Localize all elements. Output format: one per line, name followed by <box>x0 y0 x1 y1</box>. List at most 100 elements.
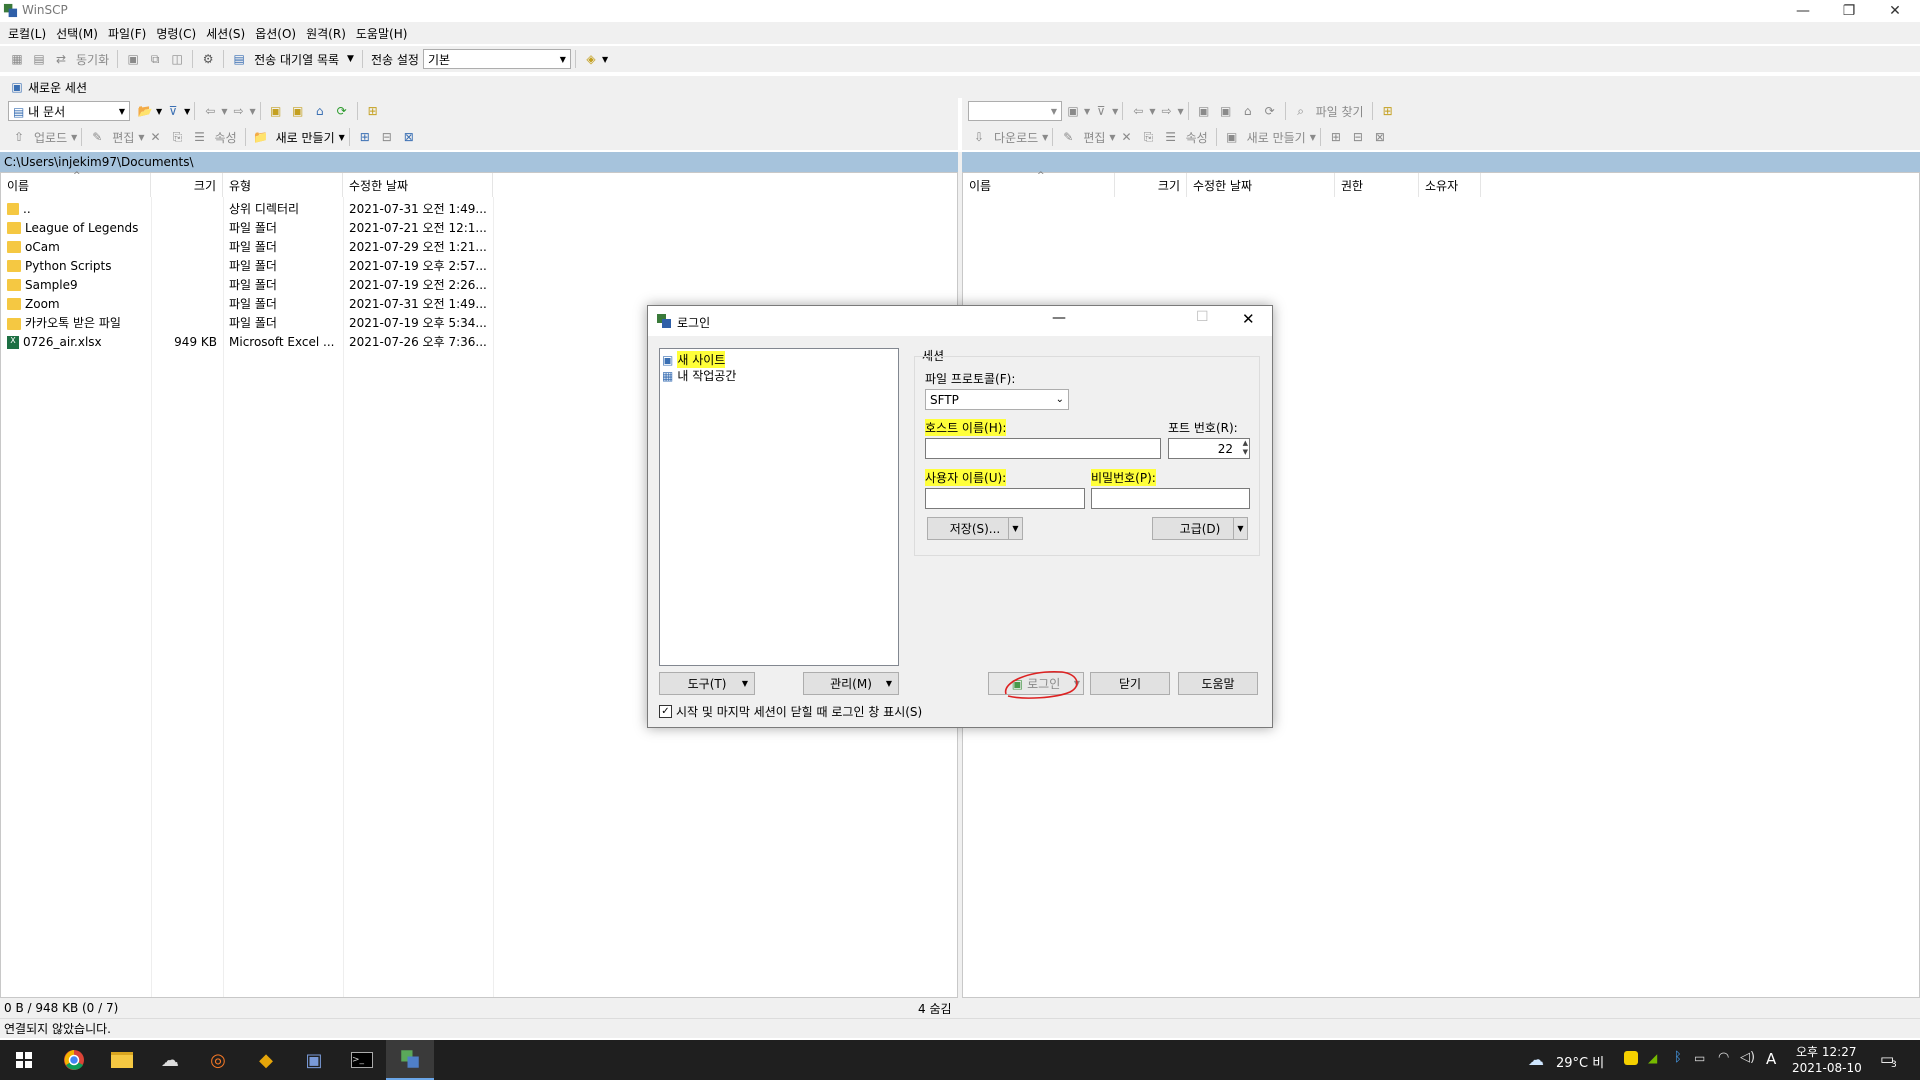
dialog-minimize-button[interactable]: — <box>1052 310 1066 326</box>
tree-icon[interactable]: ⊞ <box>1379 102 1397 120</box>
close-window-button[interactable]: ✕ <box>1872 0 1918 22</box>
terminal-taskbar-button[interactable]: >_ <box>338 1040 386 1080</box>
filter-select-icon[interactable]: ⊠ <box>1371 128 1389 146</box>
delete-icon[interactable]: ✕ <box>147 128 165 146</box>
parent-dir-icon[interactable]: ▣ <box>267 102 285 120</box>
chevron-down-icon[interactable]: ▼ <box>156 107 162 116</box>
sync-button[interactable]: 동기화 <box>76 51 109 68</box>
column-header-modified[interactable]: 수정한 날짜 <box>1187 173 1335 197</box>
chevron-down-icon[interactable]: ▼ <box>1042 133 1048 142</box>
terminal-icon[interactable]: ◫ <box>168 50 186 68</box>
chevron-down-icon[interactable]: ▼ <box>1084 107 1090 116</box>
chevron-down-icon[interactable]: ▼ <box>1149 107 1155 116</box>
save-button[interactable]: 저장(S)... ▼ <box>927 517 1023 540</box>
user-input[interactable] <box>925 488 1085 509</box>
explorer-taskbar-button[interactable] <box>98 1040 146 1080</box>
site-tree-item-new-site[interactable]: ▣ 새 사이트 <box>662 351 726 368</box>
nvidia-tray-icon[interactable]: ◢ <box>1648 1051 1657 1065</box>
select-all-icon[interactable]: ⊞ <box>1327 128 1345 146</box>
chevron-down-icon[interactable]: ▼ <box>184 107 190 116</box>
battery-tray-icon[interactable]: ▭ <box>1694 1051 1705 1065</box>
column-header-name[interactable]: 이름 ^ <box>963 171 1115 197</box>
kakaotalk-tray-icon[interactable] <box>1624 1051 1638 1065</box>
root-dir-icon[interactable]: ▣ <box>289 102 307 120</box>
unselect-icon[interactable]: ⊟ <box>378 128 396 146</box>
protocol-select[interactable]: SFTP ⌄ <box>925 389 1069 410</box>
jupyter-taskbar-button[interactable]: ◎ <box>194 1040 242 1080</box>
left-path-bar[interactable]: C:\Users\injekim97\Documents\ <box>0 152 958 172</box>
advanced-button[interactable]: 고급(D) ▼ <box>1152 517 1248 540</box>
column-header-name[interactable]: 이름 ^ <box>1 171 151 197</box>
app-taskbar-button[interactable]: ☁ <box>146 1040 194 1080</box>
winscp-taskbar-button[interactable] <box>386 1040 434 1080</box>
chevron-down-icon[interactable]: ▼ <box>339 133 345 142</box>
select-all-icon[interactable]: ⊞ <box>356 128 374 146</box>
column-header-owner[interactable]: 소유자 <box>1419 173 1481 197</box>
chevron-down-icon[interactable]: ▼ <box>1310 133 1316 142</box>
properties-button[interactable]: 속성 <box>1186 129 1208 146</box>
manage-button[interactable]: 관리(M) ▼ <box>803 672 899 695</box>
site-tree[interactable]: ▣ 새 사이트 ▦ 내 작업공간 <box>659 348 899 666</box>
queue-list-button[interactable]: 전송 대기열 목록 <box>254 51 339 68</box>
filter-icon[interactable]: ⊽ <box>1092 102 1110 120</box>
transfer-settings-select[interactable]: 기본 ▼ <box>422 49 571 69</box>
menu-session[interactable]: 세션(S) <box>206 25 245 42</box>
forward-icon[interactable]: ⇨ <box>229 102 247 120</box>
port-input[interactable]: 22 ▲ ▼ <box>1168 438 1250 459</box>
filter-icon[interactable]: ⊽ <box>164 102 182 120</box>
volume-icon[interactable]: ◁) <box>1740 1050 1755 1065</box>
refresh-icon[interactable]: ⟳ <box>333 102 351 120</box>
bluetooth-tray-icon[interactable]: ᛒ <box>1674 1050 1682 1065</box>
edit-button[interactable]: 편집 <box>1083 129 1105 146</box>
compare-icon[interactable]: ▦ <box>8 50 26 68</box>
chevron-down-icon[interactable]: ▼ <box>71 133 77 142</box>
new-button[interactable]: 새로 만들기 <box>1247 129 1306 146</box>
edit-button[interactable]: 편집 <box>112 129 134 146</box>
column-header-permissions[interactable]: 권한 <box>1335 173 1419 197</box>
home-icon[interactable]: ⌂ <box>1239 102 1257 120</box>
column-header-size[interactable]: 크기 <box>1115 173 1187 197</box>
tools-button[interactable]: 도구(T) ▼ <box>659 672 755 695</box>
git-taskbar-button[interactable]: ◆ <box>242 1040 290 1080</box>
chevron-down-icon[interactable]: ▼ <box>221 107 227 116</box>
ime-indicator[interactable]: A <box>1766 1050 1776 1068</box>
root-dir-icon[interactable]: ▣ <box>1217 102 1235 120</box>
password-input[interactable] <box>1091 488 1250 509</box>
network-app-taskbar-button[interactable]: ▣ <box>290 1040 338 1080</box>
chevron-down-icon[interactable]: ▼ <box>1233 518 1247 539</box>
left-location-select[interactable]: ▤ 내 문서 ▼ <box>8 101 130 121</box>
chevron-down-icon[interactable]: ▼ <box>602 55 608 64</box>
dialog-maximize-button[interactable]: ☐ <box>1196 309 1209 325</box>
chevron-down-icon[interactable]: ▼ <box>1109 133 1115 142</box>
chevron-down-icon[interactable]: ▼ <box>347 54 354 64</box>
clock-date[interactable]: 2021-08-10 <box>1792 1061 1862 1075</box>
properties-button[interactable]: 속성 <box>215 129 237 146</box>
wifi-icon[interactable]: ◠ <box>1718 1050 1729 1065</box>
chevron-down-icon[interactable]: ▼ <box>1112 107 1118 116</box>
menu-select[interactable]: 선택(M) <box>56 25 98 42</box>
back-icon[interactable]: ⇦ <box>1129 102 1147 120</box>
windows-start-button[interactable] <box>0 1040 48 1080</box>
synchronize-browse-icon[interactable]: ▤ <box>30 50 48 68</box>
weather-text[interactable]: 29°C 비 <box>1556 1052 1604 1071</box>
upload-button[interactable]: 업로드 <box>34 129 67 146</box>
show-login-checkbox[interactable]: ✓ <box>659 705 672 718</box>
home-icon[interactable]: ⌂ <box>311 102 329 120</box>
show-login-checkbox-row[interactable]: ✓ 시작 및 마지막 세션이 닫힐 때 로그인 창 표시(S) <box>659 703 922 720</box>
forward-icon[interactable]: ⇨ <box>1157 102 1175 120</box>
column-header-type[interactable]: 유형 <box>223 173 343 197</box>
unselect-icon[interactable]: ⊟ <box>1349 128 1367 146</box>
right-location-select[interactable]: ▼ <box>968 101 1062 121</box>
back-icon[interactable]: ⇦ <box>201 102 219 120</box>
filter-select-icon[interactable]: ⊠ <box>400 128 418 146</box>
delete-icon[interactable]: ✕ <box>1118 128 1136 146</box>
sync-icon[interactable]: ⇄ <box>52 50 70 68</box>
menu-local[interactable]: 로컬(L) <box>8 25 46 42</box>
chevron-down-icon[interactable]: ▼ <box>1177 107 1183 116</box>
chevron-down-icon[interactable]: ▼ <box>1008 518 1022 539</box>
menu-file[interactable]: 파일(F) <box>108 25 146 42</box>
clock-time[interactable]: 오후 12:27 <box>1796 1043 1856 1060</box>
putty-icon[interactable]: ⧉ <box>146 50 164 68</box>
column-header-size[interactable]: 크기 <box>151 173 223 197</box>
menu-help[interactable]: 도움말(H) <box>356 25 408 42</box>
